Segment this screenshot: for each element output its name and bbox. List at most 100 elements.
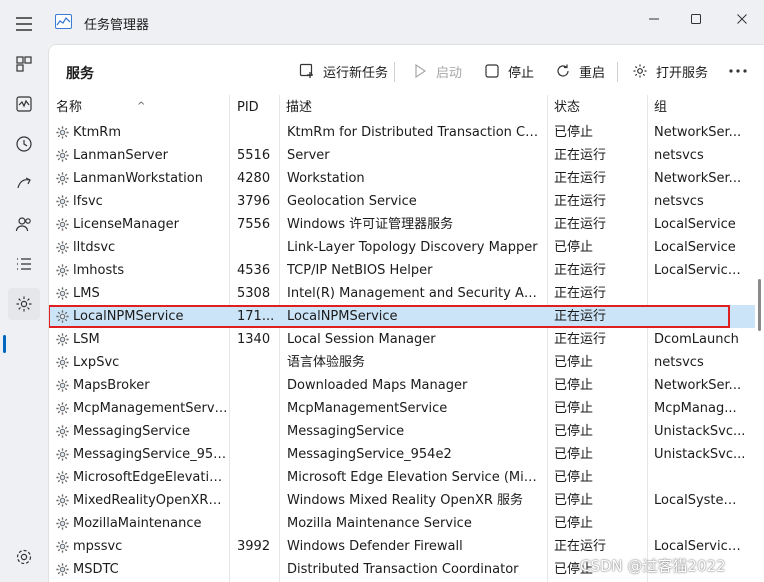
pid-cell bbox=[237, 121, 277, 144]
table-row[interactable]: lltdsvc Link-Layer Topology Discovery Map… bbox=[49, 236, 755, 259]
service-name-cell: LanmanServer bbox=[73, 148, 168, 163]
service-name-cell: lmhosts bbox=[73, 263, 125, 278]
stop-label: 停止 bbox=[508, 65, 535, 81]
table-row[interactable]: McpManagementService McpManagementService… bbox=[49, 397, 755, 420]
service-gear-icon bbox=[55, 493, 70, 508]
service-name-cell: MessagingService_954... bbox=[73, 447, 229, 462]
active-indicator bbox=[3, 335, 6, 353]
details-icon[interactable] bbox=[8, 248, 40, 280]
minimize-button[interactable] bbox=[636, 6, 672, 32]
status-cell: 已停止 bbox=[554, 401, 594, 416]
column-header-description[interactable]: 描述 bbox=[279, 95, 547, 121]
service-gear-icon bbox=[55, 539, 70, 554]
table-row[interactable]: LxpSvc 语言体验服务 已停止 netsvcs bbox=[49, 351, 755, 374]
table-row[interactable]: MessagingService MessagingService 已停止 Unist… bbox=[49, 420, 755, 443]
service-gear-icon bbox=[55, 240, 70, 255]
table-row[interactable]: KtmRm KtmRm for Distributed Transaction C… bbox=[49, 121, 755, 144]
run-new-task-button[interactable]: 运行新任务 bbox=[298, 58, 388, 84]
table-row[interactable]: LanmanServer 5516 Server 正在运行 netsvcs bbox=[49, 144, 755, 167]
status-cell: 正在运行 bbox=[554, 332, 607, 347]
pid-cell bbox=[237, 489, 277, 512]
service-gear-icon bbox=[55, 470, 70, 485]
description-cell: Mozilla Maintenance Service bbox=[287, 516, 472, 531]
table-row[interactable]: MapsBroker Downloaded Maps Manager 已停止 Netw… bbox=[49, 374, 755, 397]
service-gear-icon bbox=[55, 424, 70, 439]
service-name-cell: LSM bbox=[73, 332, 100, 347]
service-gear-icon bbox=[55, 355, 70, 370]
processes-icon[interactable] bbox=[8, 48, 40, 80]
close-button[interactable] bbox=[724, 6, 760, 32]
pid-cell: 1340 bbox=[237, 332, 271, 347]
table-row[interactable]: LanmanWorkstation 4280 Workstation 正在运行 Netw… bbox=[49, 167, 755, 190]
table-row[interactable]: MixedRealityOpenXRSvc Windows Mixed Reali… bbox=[49, 489, 755, 512]
service-name-cell: mpssvc bbox=[73, 539, 123, 554]
start-button[interactable]: 启动 bbox=[411, 58, 462, 84]
description-cell: 语言体验服务 bbox=[287, 355, 366, 370]
performance-icon[interactable] bbox=[8, 88, 40, 120]
service-name-cell: LMS bbox=[73, 286, 100, 301]
service-gear-icon bbox=[55, 332, 70, 347]
service-name-cell: McpManagementService bbox=[73, 401, 229, 416]
group-cell: NetworkSer... bbox=[654, 171, 742, 186]
description-cell: Windows 许可证管理器服务 bbox=[287, 217, 454, 232]
status-cell: 已停止 bbox=[554, 355, 594, 370]
table-row[interactable]: LSM 1340 Local Session Manager 正在运行 DcomLaun… bbox=[49, 328, 755, 351]
pid-cell: 5308 bbox=[237, 286, 271, 301]
pid-cell bbox=[237, 443, 277, 466]
table-row[interactable]: LicenseManager 7556 Windows 许可证管理器服务 正在运行 Lo… bbox=[49, 213, 755, 236]
scrollbar-thumb[interactable] bbox=[758, 279, 761, 331]
history-icon[interactable] bbox=[8, 128, 40, 160]
start-label: 启动 bbox=[436, 65, 463, 81]
service-gear-icon bbox=[55, 447, 70, 462]
table-row[interactable]: LMS 5308 Intel(R) Management and Security … bbox=[49, 282, 755, 305]
maximize-button[interactable] bbox=[678, 6, 714, 32]
service-name-cell: MapsBroker bbox=[73, 378, 150, 393]
group-cell: netsvcs bbox=[654, 355, 704, 370]
stop-icon bbox=[483, 62, 501, 80]
service-gear-icon bbox=[55, 516, 70, 531]
restart-label: 重启 bbox=[579, 65, 606, 81]
vertical-scrollbar[interactable] bbox=[755, 95, 764, 582]
group-cell bbox=[654, 466, 748, 489]
description-cell: MessagingService_954e2 bbox=[287, 447, 452, 462]
service-name-cell: KtmRm bbox=[73, 125, 121, 140]
group-cell bbox=[654, 512, 748, 535]
description-cell: Microsoft Edge Elevation Service (Micr..… bbox=[287, 470, 543, 485]
service-name-cell: LxpSvc bbox=[73, 355, 120, 370]
restart-button[interactable]: 重启 bbox=[554, 58, 605, 84]
hamburger-menu-icon[interactable] bbox=[12, 12, 36, 36]
open-services-button[interactable]: 打开服务 bbox=[631, 58, 708, 84]
users-icon[interactable] bbox=[8, 208, 40, 240]
column-header-group[interactable]: 组 bbox=[647, 95, 755, 121]
services-icon[interactable] bbox=[8, 288, 40, 320]
table-row[interactable]: lmhosts 4536 TCP/IP NetBIOS Helper 正在运行 Loca… bbox=[49, 259, 755, 282]
group-cell: LocalService... bbox=[654, 263, 748, 278]
column-header-pid[interactable]: PID bbox=[230, 95, 278, 121]
open-services-icon bbox=[631, 62, 649, 80]
task-manager-app-icon bbox=[55, 14, 72, 29]
stop-button[interactable]: 停止 bbox=[483, 58, 534, 84]
more-options-button[interactable] bbox=[725, 58, 751, 84]
service-gear-icon bbox=[55, 148, 70, 163]
settings-icon[interactable] bbox=[8, 541, 40, 573]
table-row[interactable]: MicrosoftEdgeElevation... Microsoft Edge … bbox=[49, 466, 755, 489]
description-cell: Intel(R) Management and Security Appl... bbox=[287, 286, 543, 301]
column-header-name[interactable]: 名称 ^ bbox=[49, 95, 229, 121]
pid-cell: 3796 bbox=[237, 194, 271, 209]
description-cell: McpManagementService bbox=[287, 401, 448, 416]
status-cell: 已停止 bbox=[554, 470, 594, 485]
left-navigation bbox=[0, 44, 48, 582]
column-header-status[interactable]: 状态 bbox=[547, 95, 647, 121]
table-row[interactable]: lfsvc 3796 Geolocation Service 正在运行 netsvcs bbox=[49, 190, 755, 213]
table-row[interactable]: MessagingService_954... MessagingService_… bbox=[49, 443, 755, 466]
pid-cell bbox=[237, 420, 277, 443]
description-cell: KtmRm for Distributed Transaction Coo... bbox=[287, 125, 543, 140]
pid-cell bbox=[237, 512, 277, 535]
group-cell: netsvcs bbox=[654, 148, 704, 163]
pid-cell bbox=[237, 397, 277, 420]
startup-icon[interactable] bbox=[8, 168, 40, 200]
status-cell: 已停止 bbox=[554, 240, 594, 255]
service-name-cell: MixedRealityOpenXRSvc bbox=[73, 493, 229, 508]
table-row[interactable]: MozillaMaintenance Mozilla Maintenance Se… bbox=[49, 512, 755, 535]
table-row[interactable]: LocalNPMService 171... LocalNPMService 正在运行 bbox=[49, 305, 755, 328]
